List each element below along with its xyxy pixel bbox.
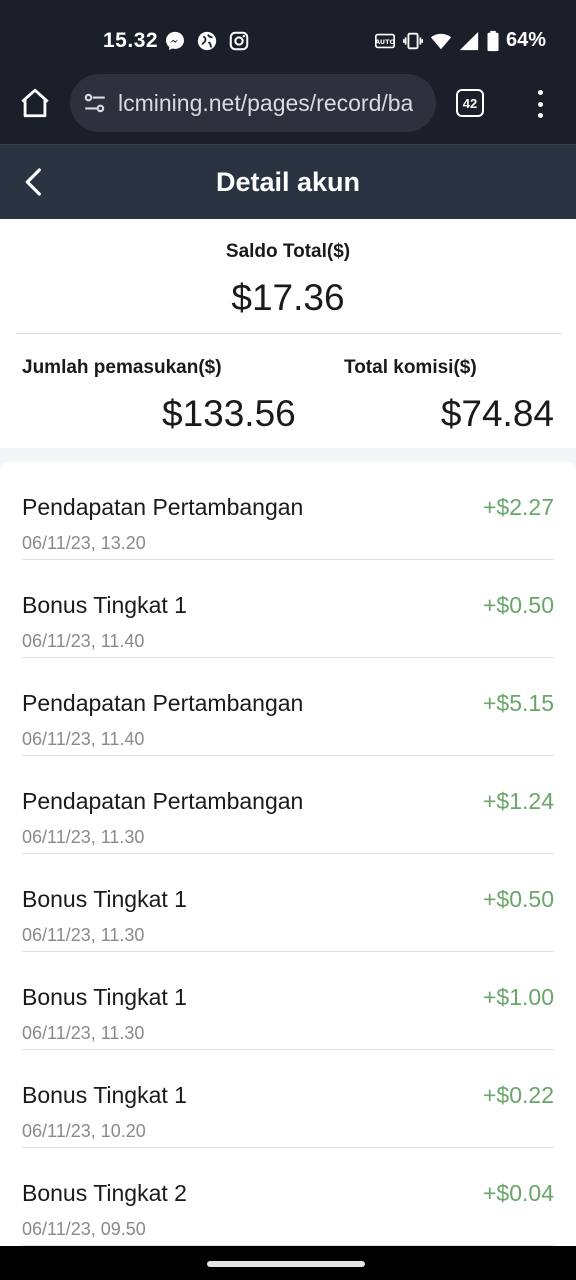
total-balance-value: $17.36 [231, 277, 345, 318]
status-indicators: AUTO 64% [374, 29, 546, 52]
home-icon[interactable] [18, 86, 52, 120]
svg-text:AUTO: AUTO [375, 37, 395, 45]
record-amount: +$1.24 [483, 788, 554, 814]
overflow-menu-icon[interactable] [530, 88, 550, 120]
gesture-handle[interactable] [207, 1261, 365, 1267]
record-date: 06/11/23, 09.50 [22, 1219, 146, 1239]
commission-value: $74.84 [440, 393, 554, 434]
transaction-list[interactable]: Pendapatan Pertambangan 06/11/23, 13.20 … [0, 462, 576, 1246]
vpn-globe-icon [197, 31, 217, 51]
record-date: 06/11/23, 11.30 [22, 1023, 145, 1043]
list-item[interactable]: Pendapatan Pertambangan 06/11/23, 13.20 … [22, 462, 554, 560]
record-date: 06/11/23, 11.30 [22, 925, 145, 945]
record-title: Pendapatan Pertambangan [22, 494, 304, 520]
record-date: 06/11/23, 10.20 [22, 1121, 146, 1141]
browser-toolbar: lcmining.net/pages/record/ba 42 [0, 70, 576, 144]
record-amount: +$2.27 [483, 494, 554, 520]
battery-percent: 64% [505, 29, 546, 51]
record-title: Pendapatan Pertambangan [22, 788, 304, 814]
status-time: 15.32 [103, 29, 159, 52]
page-title: Detail akun [215, 167, 361, 197]
list-item[interactable]: Bonus Tingkat 1 06/11/23, 11.30 +$0.50 [22, 854, 554, 952]
record-title: Bonus Tingkat 1 [22, 886, 187, 912]
tabs-count-button[interactable]: 42 [456, 89, 484, 117]
address-bar[interactable]: lcmining.net/pages/record/ba [70, 74, 436, 132]
battery-icon [487, 30, 499, 51]
record-date: 06/11/23, 11.30 [22, 827, 145, 847]
record-date: 06/11/23, 13.20 [22, 533, 146, 553]
summary-divider [16, 333, 562, 334]
income-label: Jumlah pemasukan($) [22, 357, 222, 378]
record-amount: +$0.22 [483, 1082, 554, 1108]
record-date: 06/11/23, 11.40 [22, 631, 145, 651]
record-amount: +$0.50 [483, 886, 554, 912]
commission-label: Total komisi($) [344, 357, 477, 378]
list-item[interactable]: Bonus Tingkat 1 06/11/23, 11.40 +$0.50 [22, 560, 554, 658]
signal-icon [459, 31, 479, 50]
vibrate-icon [402, 32, 423, 49]
record-date: 06/11/23, 11.40 [22, 729, 145, 749]
notification-icons [164, 30, 250, 52]
url-text[interactable]: lcmining.net/pages/record/ba [118, 90, 413, 117]
site-settings-icon[interactable] [82, 90, 108, 116]
record-amount: +$5.15 [483, 690, 554, 716]
record-title: Bonus Tingkat 1 [22, 592, 187, 618]
list-item[interactable]: Bonus Tingkat 1 06/11/23, 11.30 +$1.00 [22, 952, 554, 1050]
app-header: Detail akun [0, 144, 576, 219]
record-title: Bonus Tingkat 1 [22, 1082, 187, 1108]
record-title: Pendapatan Pertambangan [22, 690, 304, 716]
record-title: Bonus Tingkat 2 [22, 1180, 187, 1206]
balance-summary: Saldo Total($) $17.36 Jumlah pemasukan($… [0, 219, 576, 448]
instagram-icon [229, 31, 249, 51]
auto-brightness-icon: AUTO [374, 33, 395, 48]
messenger-icon [166, 31, 184, 51]
record-title: Bonus Tingkat 1 [22, 984, 187, 1010]
system-nav-bar [0, 1246, 576, 1280]
status-bar: 15.32 AUTO 64% [0, 0, 576, 70]
record-amount: +$1.00 [483, 984, 554, 1010]
income-value: $133.56 [162, 393, 296, 434]
record-amount: +$0.04 [483, 1180, 554, 1206]
list-item[interactable]: Bonus Tingkat 2 06/11/23, 09.50 +$0.04 [22, 1148, 554, 1246]
record-amount: +$0.50 [483, 592, 554, 618]
total-balance-label: Saldo Total($) [225, 241, 351, 262]
list-item[interactable]: Bonus Tingkat 1 06/11/23, 10.20 +$0.22 [22, 1050, 554, 1148]
list-item[interactable]: Pendapatan Pertambangan 06/11/23, 11.40 … [22, 658, 554, 756]
list-item[interactable]: Pendapatan Pertambangan 06/11/23, 11.30 … [22, 756, 554, 854]
wifi-icon [430, 33, 452, 49]
